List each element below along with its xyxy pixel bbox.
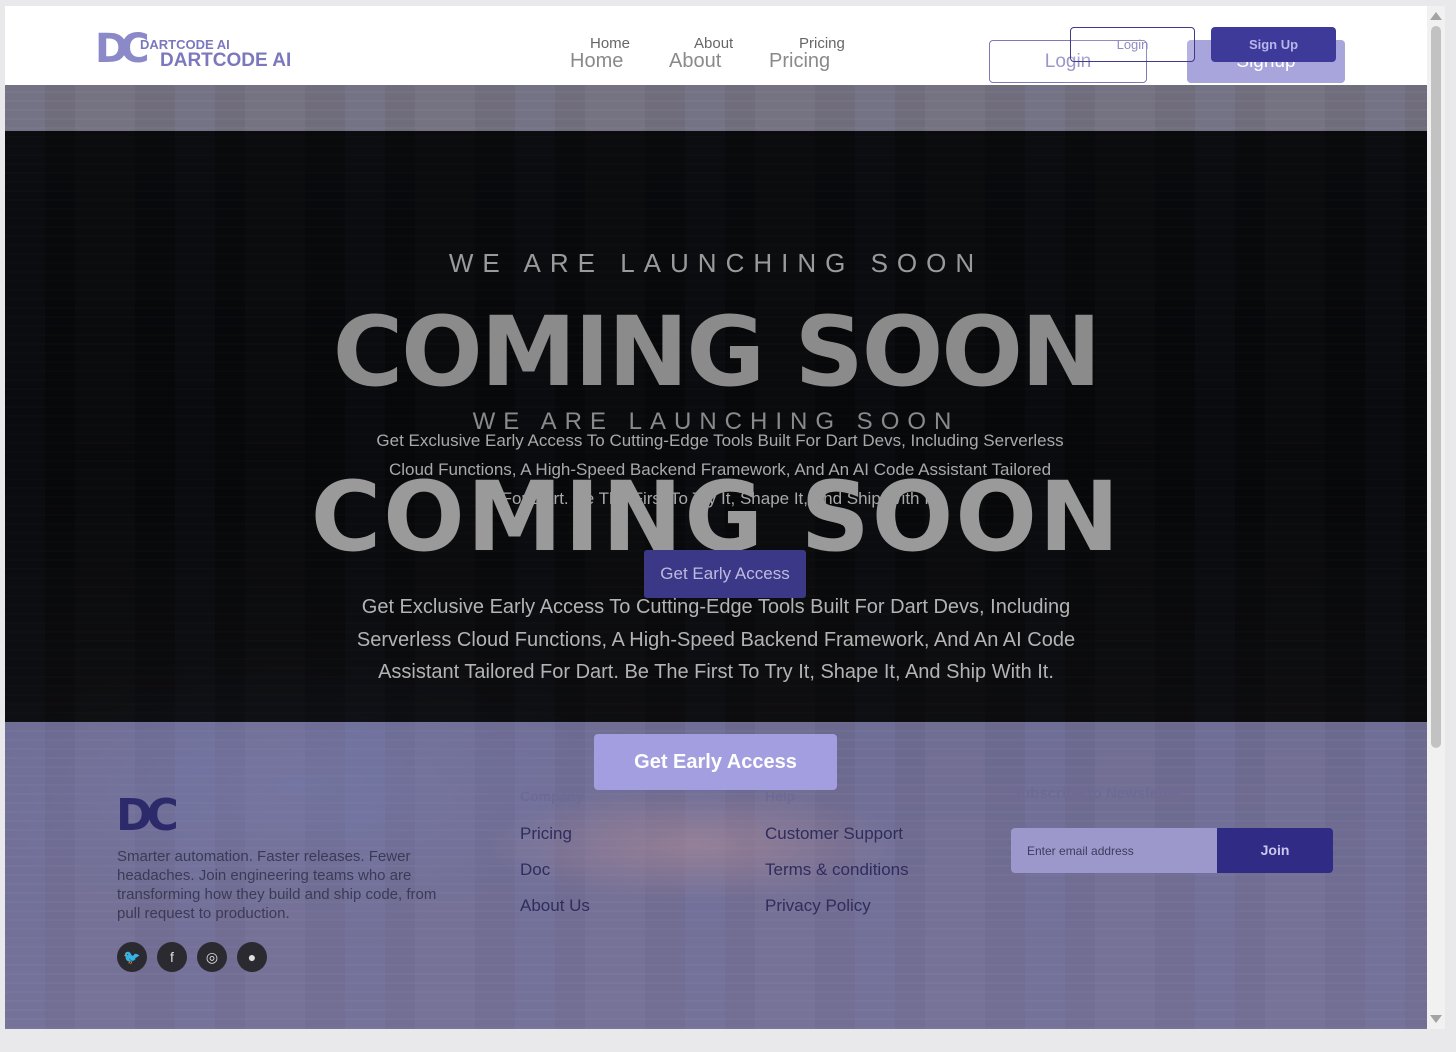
newsletter-email-input[interactable] [1011,828,1218,873]
footer-link-terms[interactable]: Terms & conditions [765,860,909,880]
instagram-icon[interactable]: ◎ [197,942,227,972]
nav-home[interactable]: Home [570,50,623,73]
site-header: DC DARTCODE AI DARTCODE AI Home About Pr… [5,6,1427,85]
footer-help-heading: Help [765,788,796,804]
logo-icon[interactable]: DC [95,26,149,72]
get-early-access-button[interactable]: Get Early Access [594,734,837,790]
twitter-icon[interactable]: 🐦 [117,942,147,972]
nav-about[interactable]: About [669,50,721,73]
nav-pricing[interactable]: Pricing [769,50,830,73]
scrollbar-thumb[interactable] [1431,26,1441,748]
hero-eyebrow-duplicate: WE ARE LAUNCHING SOON [472,408,960,435]
footer-link-customer-support[interactable]: Customer Support [765,824,903,844]
hero-eyebrow: WE ARE LAUNCHING SOON [448,248,984,278]
hero-description-duplicate: Get Exclusive Early Access To Cutting-Ed… [356,596,1076,683]
header-overlay-tint [5,85,1427,131]
facebook-icon[interactable]: f [157,942,187,972]
signup-button-small[interactable]: Sign Up [1211,27,1336,62]
newsletter-heading: Subscribe to Newsletter [1011,785,1182,802]
hero-title: COMING SOON [332,296,1102,408]
github-icon[interactable]: ● [237,942,267,972]
footer-link-privacy-policy[interactable]: Privacy Policy [765,896,871,916]
footer-tagline: Smarter automation. Faster releases. Few… [117,848,437,922]
footer-link-about-us[interactable]: About Us [520,896,590,916]
footer-link-doc[interactable]: Doc [520,860,550,880]
footer-logo-icon[interactable]: DC [116,790,179,841]
scroll-down-arrow-icon[interactable] [1430,1015,1442,1023]
newsletter-join-button[interactable]: Join [1217,828,1333,873]
page-scrollbar[interactable] [1427,6,1445,1029]
brand-name-large[interactable]: DARTCODE AI [160,50,291,72]
scroll-up-arrow-icon[interactable] [1430,12,1442,20]
footer-link-pricing[interactable]: Pricing [520,824,572,844]
page-viewport: DC DARTCODE AI DARTCODE AI Home About Pr… [5,6,1427,1029]
footer-company-heading: Company [520,788,584,804]
login-button-small[interactable]: Login [1070,27,1195,62]
